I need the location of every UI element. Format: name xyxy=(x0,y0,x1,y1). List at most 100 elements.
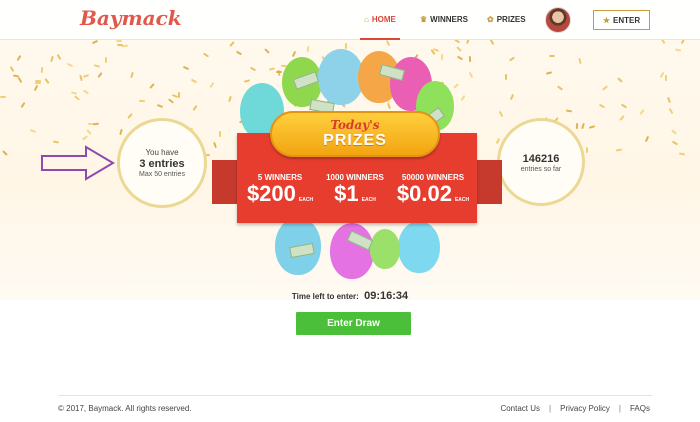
entries-count: 3 entries xyxy=(139,158,185,170)
prize-tier-3-each: EACH xyxy=(454,197,470,203)
user-avatar[interactable] xyxy=(545,7,571,33)
confetti-piece xyxy=(495,137,501,145)
confetti-piece xyxy=(644,135,650,143)
nav-prizes[interactable]: ✿ PRIZES xyxy=(487,15,526,24)
confetti-piece xyxy=(0,96,6,98)
confetti-piece xyxy=(671,140,679,146)
confetti-piece xyxy=(52,140,60,144)
header-enter-button[interactable]: ★ ENTER xyxy=(593,10,650,30)
prizes-title-badge: Today's PRIZES xyxy=(270,111,440,157)
prize-tier-3: 50000 WINNERS $0.02 EACH xyxy=(390,173,476,206)
confetti-piece xyxy=(149,83,155,89)
confetti-piece xyxy=(81,135,89,141)
confetti-piece xyxy=(213,141,217,149)
confetti-piece xyxy=(615,148,623,152)
total-entries-label: entries so far xyxy=(520,165,562,173)
nav-winners[interactable]: ♛ WINNERS xyxy=(420,15,468,24)
nav-winners-label: WINNERS xyxy=(430,15,468,24)
confetti-piece xyxy=(74,95,80,101)
confetti-piece xyxy=(619,115,625,121)
confetti-piece xyxy=(557,85,563,91)
top-navbar: Baymack ⌂ HOME ♛ WINNERS ✿ PRIZES ★ ENTE… xyxy=(0,0,700,40)
total-entries-circle: 146216 entries so far xyxy=(497,118,585,206)
gift-icon: ✿ xyxy=(487,15,494,24)
total-entries-count: 146216 xyxy=(522,152,560,165)
confetti-piece xyxy=(671,129,677,135)
confetti-piece xyxy=(82,74,90,78)
confetti-piece xyxy=(66,62,74,68)
confetti-piece xyxy=(56,53,62,61)
confetti-piece xyxy=(667,96,671,104)
confetti-piece xyxy=(509,93,515,101)
confetti-piece xyxy=(177,91,181,99)
entries-circle: You have 3 entries Max 50 entries xyxy=(117,118,207,208)
prize-tier-2: 1000 WINNERS $1 EACH xyxy=(315,173,395,206)
footer-divider xyxy=(58,395,652,396)
confetti-piece xyxy=(2,150,8,156)
confetti-piece xyxy=(29,129,37,133)
privacy-policy-link[interactable]: Privacy Policy xyxy=(560,404,610,413)
confetti-piece xyxy=(678,152,686,156)
confetti-piece xyxy=(508,56,516,62)
prize-tier-1-each: EACH xyxy=(298,197,314,203)
confetti-piece xyxy=(575,122,579,130)
faqs-link[interactable]: FAQs xyxy=(630,404,650,413)
confetti-piece xyxy=(578,57,582,65)
confetti-piece xyxy=(40,66,44,74)
confetti-piece xyxy=(97,72,103,78)
confetti-piece xyxy=(34,81,42,85)
star-icon: ★ xyxy=(602,15,611,25)
confetti-piece xyxy=(588,125,596,129)
confetti-piece xyxy=(130,71,134,79)
confetti-piece xyxy=(498,110,504,118)
confetti-piece xyxy=(16,54,22,62)
confetti-piece xyxy=(549,55,555,57)
confetti-piece xyxy=(190,78,198,84)
footer-separator: | xyxy=(549,404,552,413)
confetti-piece xyxy=(202,52,210,58)
confetti-piece xyxy=(115,39,123,43)
confetti-piece xyxy=(70,91,78,95)
confetti-piece xyxy=(565,109,573,113)
contact-us-link[interactable]: Contact Us xyxy=(500,404,540,413)
entries-intro: You have xyxy=(145,148,179,157)
nav-home[interactable]: ⌂ HOME xyxy=(360,15,400,40)
confetti-piece xyxy=(86,129,92,135)
header-enter-label: ENTER xyxy=(613,15,641,25)
confetti-piece xyxy=(620,103,628,109)
confetti-piece xyxy=(598,103,606,109)
confetti-piece xyxy=(20,101,26,109)
footer-copyright: © 2017, Baymack. All rights reserved. xyxy=(58,404,192,413)
brand-logo[interactable]: Baymack xyxy=(80,6,182,30)
confetti-piece xyxy=(586,147,588,153)
confetti-piece xyxy=(602,85,608,91)
trophy-icon: ♛ xyxy=(420,15,428,24)
prizes-title-top: Today's xyxy=(330,117,380,132)
confetti-piece xyxy=(50,55,54,63)
prize-tier-1: 5 WINNERS $200 EACH xyxy=(240,173,320,206)
nav-prizes-label: PRIZES xyxy=(496,15,526,24)
confetti-piece xyxy=(127,113,133,119)
confetti-piece xyxy=(664,74,668,82)
prize-tier-3-amount: $0.02 xyxy=(396,181,452,206)
confetti-piece xyxy=(17,76,23,84)
entries-max: Max 50 entries xyxy=(139,171,185,178)
confetti-piece xyxy=(44,78,50,84)
confetti-piece xyxy=(192,105,198,111)
confetti-piece xyxy=(116,43,124,47)
prizes-title-main: PRIZES xyxy=(323,131,387,149)
confetti-piece xyxy=(209,81,215,89)
enter-draw-button[interactable]: Enter Draw xyxy=(296,312,411,335)
confetti-piece xyxy=(104,56,108,64)
confetti-piece xyxy=(82,89,90,95)
confetti-piece xyxy=(93,64,101,68)
confetti-piece xyxy=(581,122,585,130)
footer-links: Contact Us | Privacy Policy | FAQs xyxy=(500,404,650,413)
prize-tier-1-amount: $200 xyxy=(246,181,296,206)
confetti-piece xyxy=(504,73,508,81)
confetti-piece xyxy=(168,98,174,104)
confetti-piece xyxy=(33,84,39,92)
confetti-piece xyxy=(218,130,222,138)
footer-separator: | xyxy=(618,404,621,413)
annotation-arrow-icon xyxy=(41,145,115,181)
